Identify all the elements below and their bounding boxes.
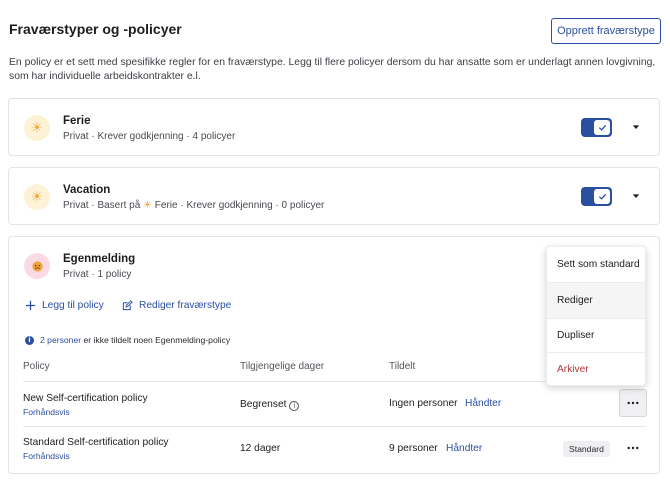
subtitle-suffix: · Krever godkjenning · 0 policyer [180,200,325,211]
divider [23,426,646,427]
assigned-count: 9 personer [389,443,438,454]
more-options-button[interactable] [619,389,647,417]
unassigned-people-link[interactable]: 2 personer [40,335,81,345]
more-horizontal-icon [627,446,639,450]
sick-face-icon [24,253,50,279]
absence-type-subtitle: Privat · Krever godkjenning · 4 policyer [63,131,236,142]
plus-icon [25,300,36,311]
preview-link[interactable]: Forhåndsvis [23,407,70,417]
intro-text: En policy er et sett med spesifikke regl… [9,57,656,82]
more-options-button[interactable] [619,434,647,462]
subtitle-ref: Ferie [154,200,178,211]
enabled-toggle[interactable] [581,118,612,137]
info-icon[interactable]: i [289,401,300,411]
column-header-days: Tilgjengelige dager [240,361,325,372]
policy-name: New Self-certification policy [23,393,148,404]
absence-type-name: Ferie [63,115,91,127]
absence-type-name: Vacation [63,184,111,196]
absence-type-name: Egenmelding [63,253,136,265]
sun-icon: ☀ [143,200,153,211]
chevron-down-icon[interactable] [630,120,642,134]
create-absence-type-button[interactable]: Opprett fraværstype [551,18,661,44]
assigned-count: Ingen personer [389,398,458,409]
available-days: 12 dager [240,443,281,454]
menu-item-duplicate[interactable]: Dupliser [547,318,645,353]
edit-icon [122,300,133,311]
page-title: Fraværstyper og -policyer [9,21,182,37]
absence-type-subtitle: Privat · Basert på ☀ Ferie · Krever godk… [63,200,324,211]
chevron-down-icon[interactable] [630,189,642,203]
context-menu: Sett som standard Rediger Dupliser Arkiv… [546,246,646,386]
sun-icon: ☀ [24,115,50,141]
subtitle-prefix: Privat · Basert på [63,200,141,211]
more-horizontal-icon [627,401,639,405]
enabled-toggle[interactable] [581,187,612,206]
preview-link[interactable]: Forhåndsvis [23,451,70,461]
policy-name: Standard Self-certification policy [23,437,169,448]
edit-absence-type-button[interactable]: Rediger fraværstype [122,300,231,311]
status-badge: Standard [563,441,610,457]
available-days: Begrenset i [240,399,300,411]
days-value: Begrenset [240,399,287,410]
check-icon [594,189,610,204]
absence-type-subtitle: Privat · 1 policy [63,269,132,280]
manage-link[interactable]: Håndter [465,398,501,409]
manage-link[interactable]: Håndter [446,443,482,454]
info-icon: i [25,335,34,345]
notice-text: er ikke tildelt noen Egenmelding-policy [83,335,231,345]
absence-type-card-vacation: ☀ Vacation Privat · Basert på ☀ Ferie · … [8,167,660,225]
add-policy-label: Legg til policy [42,300,104,311]
menu-item-archive[interactable]: Arkiver [547,352,645,387]
absence-type-card-ferie: ☀ Ferie Privat · Krever godkjenning · 4 … [8,98,660,156]
check-icon [594,120,610,135]
add-policy-button[interactable]: Legg til policy [25,300,104,311]
sun-icon: ☀ [24,184,50,210]
column-header-policy: Policy [23,361,50,372]
edit-type-label: Rediger fraværstype [139,300,232,311]
menu-item-set-default[interactable]: Sett som standard [547,247,645,282]
menu-item-edit[interactable]: Rediger [547,283,645,318]
column-header-assigned: Tildelt [389,361,416,372]
unassigned-notice: i 2 personer er ikke tildelt noen Egenme… [25,335,230,345]
